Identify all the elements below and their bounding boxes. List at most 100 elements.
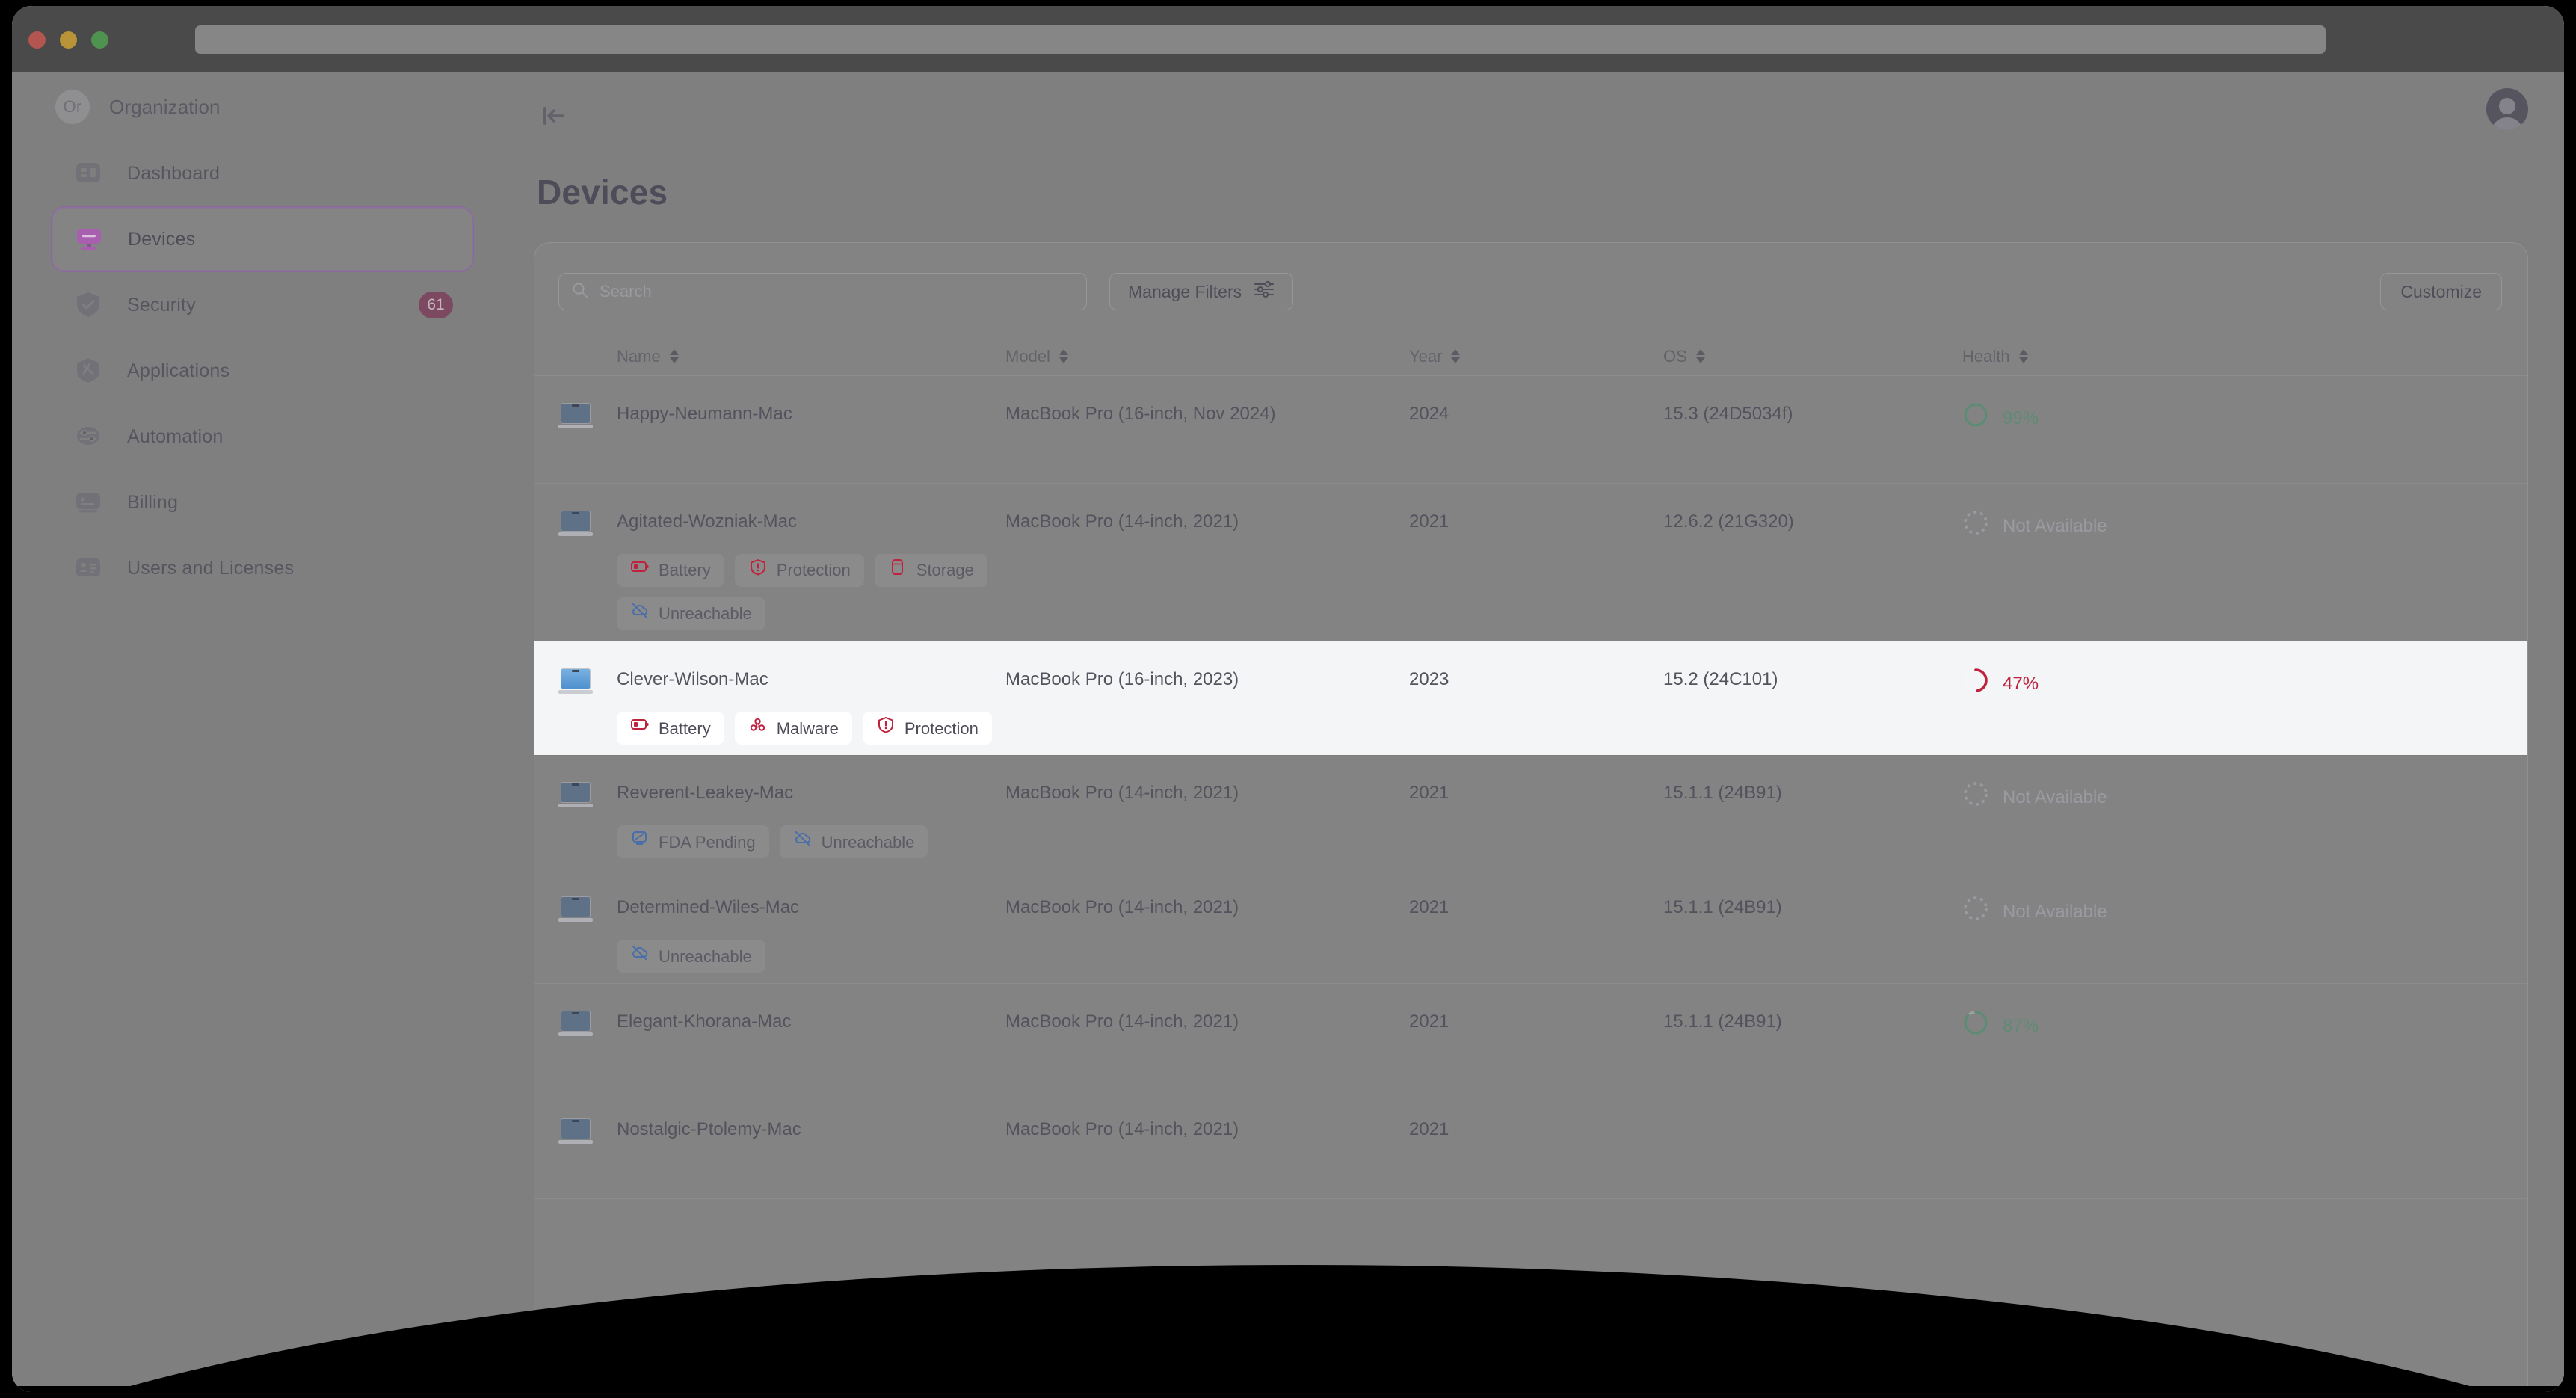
shield-alert-icon bbox=[876, 715, 896, 741]
minimize-window-button[interactable] bbox=[60, 31, 77, 49]
collapse-sidebar-icon[interactable] bbox=[539, 103, 575, 129]
organization-switcher[interactable]: Or Organization bbox=[55, 90, 221, 124]
health-value: 87% bbox=[2003, 1016, 2039, 1037]
sort-arrows-icon[interactable] bbox=[1059, 349, 1068, 363]
customize-label: Customize bbox=[2400, 281, 2482, 301]
device-health: Not Available bbox=[1962, 895, 2527, 929]
shield-alert-icon bbox=[748, 558, 768, 583]
table-row[interactable]: Elegant-Khorana-Mac MacBook Pro (14-inch… bbox=[534, 984, 2527, 1092]
device-os: 15.3 (24D5034f) bbox=[1663, 404, 1793, 424]
status-chip-unreachable[interactable]: Unreachable bbox=[617, 940, 765, 973]
customize-button[interactable]: Customize bbox=[2380, 273, 2502, 310]
table-header-row: Name Model Year OS Health bbox=[534, 337, 2527, 376]
table-row[interactable]: Nostalgic-Ptolemy-Mac MacBook Pro (14-in… bbox=[534, 1091, 2527, 1200]
sidebar-item-security[interactable]: Security 61 bbox=[51, 272, 474, 338]
sidebar-item-applications[interactable]: Applications bbox=[51, 338, 474, 404]
sort-arrows-icon[interactable] bbox=[1451, 349, 1461, 363]
device-name: Nostalgic-Ptolemy-Mac bbox=[617, 1119, 801, 1140]
close-window-button[interactable] bbox=[28, 31, 46, 49]
device-year: 2021 bbox=[1409, 511, 1449, 532]
status-chip-label: Protection bbox=[776, 561, 851, 580]
device-os: 15.2 (24C101) bbox=[1663, 669, 1778, 690]
search-box[interactable] bbox=[558, 273, 1087, 310]
status-chip-malware[interactable]: Malware bbox=[734, 712, 852, 745]
health-value: Not Available bbox=[2003, 787, 2107, 808]
cloud-offline-icon bbox=[793, 829, 813, 854]
sort-arrows-icon[interactable] bbox=[2018, 349, 2028, 363]
macbook-icon bbox=[558, 1011, 593, 1037]
health-value: 99% bbox=[2003, 408, 2039, 428]
sidebar-item-billing[interactable]: Billing bbox=[51, 469, 474, 535]
macbook-icon bbox=[558, 782, 593, 808]
devices-toolbar: Manage Filters bbox=[534, 243, 2527, 337]
health-ring-icon bbox=[1962, 667, 1989, 701]
table-row[interactable]: Determined-Wiles-Mac Unreachable MacBook… bbox=[534, 869, 2527, 985]
column-header-name[interactable]: Name bbox=[617, 347, 1005, 366]
health-value: Not Available bbox=[2003, 902, 2107, 923]
status-chip-label: Protection bbox=[904, 718, 979, 738]
status-chip-protection[interactable]: Protection bbox=[734, 554, 864, 588]
column-header-health[interactable]: Health bbox=[1962, 347, 2527, 366]
sort-arrows-icon[interactable] bbox=[669, 349, 679, 363]
status-chip-unreachable[interactable]: Unreachable bbox=[779, 825, 928, 859]
sort-arrows-icon[interactable] bbox=[1695, 349, 1705, 363]
zoom-window-button[interactable] bbox=[91, 31, 108, 49]
health-indicator: Not Available bbox=[1962, 509, 2527, 544]
user-avatar[interactable] bbox=[2486, 88, 2528, 130]
shield-check-icon bbox=[72, 289, 105, 321]
status-chip-protection[interactable]: Protection bbox=[862, 712, 992, 745]
sidebar-item-dashboard[interactable]: Dashboard bbox=[51, 141, 474, 206]
sidebar-item-label: Security bbox=[127, 294, 196, 315]
address-bar[interactable] bbox=[195, 25, 2326, 54]
device-model: MacBook Pro (14-inch, 2021) bbox=[1005, 1119, 1239, 1140]
status-chip-label: Battery bbox=[659, 561, 711, 580]
health-value: 47% bbox=[2003, 674, 2039, 695]
device-os: 15.1.1 (24B91) bbox=[1663, 897, 1782, 918]
table-row[interactable]: Happy-Neumann-Mac MacBook Pro (16-inch, … bbox=[534, 376, 2527, 484]
table-row[interactable]: Agitated-Wozniak-Mac Battery Protection … bbox=[534, 484, 2527, 642]
column-header-year[interactable]: Year bbox=[1409, 347, 1663, 366]
status-chip-label: Unreachable bbox=[659, 604, 752, 623]
status-chip-battery[interactable]: Battery bbox=[617, 554, 724, 588]
sidebar-item-users-and-licenses[interactable]: Users and Licenses bbox=[51, 535, 474, 601]
device-name: Determined-Wiles-Mac bbox=[617, 897, 800, 918]
device-model: MacBook Pro (14-inch, 2021) bbox=[1005, 511, 1239, 532]
health-ring-icon bbox=[1962, 1009, 1989, 1044]
macbook-icon bbox=[558, 1118, 593, 1145]
device-year: 2021 bbox=[1409, 783, 1449, 804]
row-status-chips: Unreachable bbox=[617, 940, 1005, 973]
sidebar-nav: Dashboard Devices Security 61 Application… bbox=[12, 141, 513, 1392]
health-indicator: 99% bbox=[1962, 401, 2527, 436]
row-status-chips: Battery Malware Protection bbox=[617, 712, 1005, 745]
device-type-icon bbox=[534, 1117, 617, 1145]
cell-name-wrap: Agitated-Wozniak-Mac Battery Protection … bbox=[617, 509, 1005, 631]
status-chip-battery[interactable]: Battery bbox=[617, 712, 724, 745]
sidebar-item-devices[interactable]: Devices bbox=[51, 206, 474, 272]
column-header-model[interactable]: Model bbox=[1005, 347, 1409, 366]
device-model: MacBook Pro (14-inch, 2021) bbox=[1005, 783, 1239, 804]
column-header-label: OS bbox=[1663, 346, 1687, 366]
device-os: 15.1.1 (24B91) bbox=[1663, 783, 1782, 804]
search-input[interactable] bbox=[600, 282, 1074, 301]
column-header-label: Name bbox=[617, 346, 661, 366]
cloud-offline-icon bbox=[630, 601, 650, 626]
app-topbar: Or Organization bbox=[12, 72, 2564, 141]
biohazard-icon bbox=[748, 715, 768, 741]
status-chip-label: Storage bbox=[916, 561, 974, 580]
status-chip-storage[interactable]: Storage bbox=[874, 554, 987, 588]
filter-sliders-icon bbox=[1254, 280, 1275, 304]
billing-card-icon bbox=[72, 486, 105, 519]
health-value: Not Available bbox=[2003, 516, 2107, 536]
status-chip-fda-pending[interactable]: FDA Pending bbox=[617, 825, 769, 859]
cell-name-wrap: Determined-Wiles-Mac Unreachable bbox=[617, 895, 1005, 973]
manage-filters-button[interactable]: Manage Filters bbox=[1109, 273, 1294, 310]
device-name: Reverent-Leakey-Mac bbox=[617, 783, 794, 804]
sidebar-item-label: Devices bbox=[128, 228, 196, 250]
sidebar-item-automation[interactable]: Automation bbox=[51, 404, 474, 469]
status-chip-label: FDA Pending bbox=[659, 832, 756, 852]
row-status-chips: Battery Protection Storage Unreachable bbox=[617, 554, 1005, 631]
table-row[interactable]: Clever-Wilson-Mac Battery Malware Protec bbox=[534, 641, 2527, 756]
column-header-os[interactable]: OS bbox=[1663, 347, 1962, 366]
status-chip-unreachable[interactable]: Unreachable bbox=[617, 597, 765, 631]
table-row[interactable]: Reverent-Leakey-Mac FDA Pending Unreacha… bbox=[534, 755, 2527, 870]
